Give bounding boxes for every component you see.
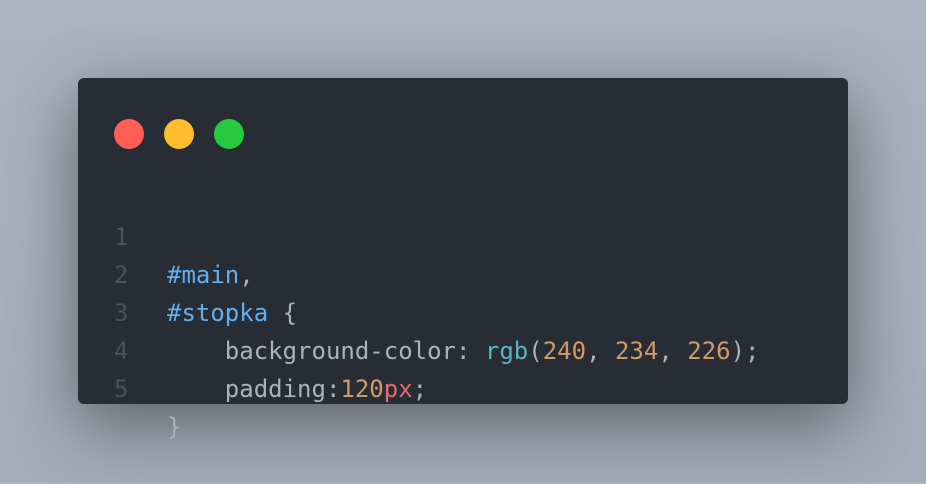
minimize-dot-icon (164, 119, 194, 149)
code-line: 4 padding:120px; (78, 294, 848, 403)
code-line: 3 background-color: rgb(240, 234, 226); (78, 256, 848, 365)
code-token: padding: (167, 375, 341, 403)
code-line: 1 #main, (78, 180, 848, 289)
line-content: padding:120px; (167, 370, 427, 408)
code-token: } (167, 413, 182, 441)
line-content: } (167, 408, 181, 446)
code-line: 2 #stopka { (78, 218, 848, 327)
maximize-dot-icon (214, 119, 244, 149)
code-token: px (383, 375, 413, 403)
code-token: ; (412, 375, 428, 403)
code-line: 5 } (78, 332, 848, 441)
code-window: 1 #main, 2 #stopka { 3 background-color:… (78, 78, 848, 441)
line-number: 5 (114, 375, 129, 403)
code-token: 120 (340, 375, 384, 403)
close-dot-icon (114, 119, 144, 149)
code-block: 1 #main, 2 #stopka { 3 background-color:… (78, 180, 848, 441)
